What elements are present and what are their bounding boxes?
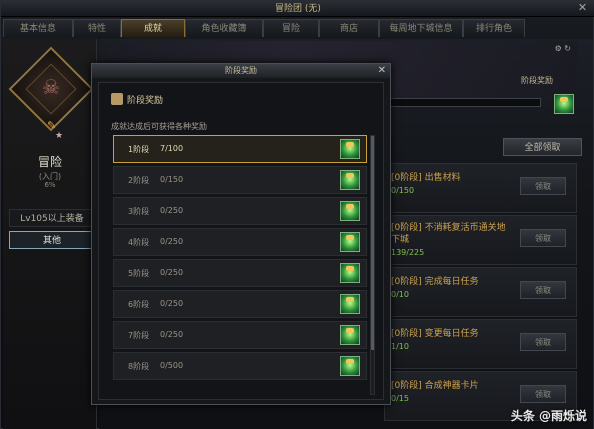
achievement-row: [0阶段] 出售材料 0/150 领取 xyxy=(384,163,577,213)
stage-reward-dialog: 阶段奖励 ✕ 阶段奖励 成就达成后可获得各种奖励 1阶段 7/100 2阶段 0… xyxy=(91,63,391,405)
claim-button[interactable]: 领取 xyxy=(520,177,566,195)
stage-list: 1阶段 7/100 2阶段 0/150 3阶段 0/250 4阶段 0/250 xyxy=(113,135,369,391)
stage-name: 1阶段 xyxy=(128,145,150,154)
achievement-row: [0阶段] 完成每日任务 0/10 领取 xyxy=(384,267,577,317)
stage-row[interactable]: 8阶段 0/500 xyxy=(113,352,367,380)
watermark: 头条 @雨烁说 xyxy=(510,409,587,423)
reward-chest-icon[interactable] xyxy=(340,325,360,345)
rank-panel: ☠ ✎ ★ 冒险 (入门) 6% Lv105以上装备 其他 xyxy=(3,39,97,429)
tab-ranking[interactable]: 排行角色 xyxy=(463,19,525,37)
dialog-titlebar: 阶段奖励 ✕ xyxy=(92,64,390,78)
reward-chest-icon[interactable] xyxy=(340,232,360,252)
stage-name: 7阶段 xyxy=(128,331,150,340)
tab-character-collection[interactable]: 角色收藏簿 xyxy=(185,19,263,37)
sidebar-item-other[interactable]: 其他 xyxy=(9,231,95,249)
stage-progress: 0/150 xyxy=(160,175,184,184)
stage-progress: 0/500 xyxy=(160,361,184,370)
stage-row[interactable]: 4阶段 0/250 xyxy=(113,228,367,256)
achievement-progress: 0/10 xyxy=(391,290,409,299)
stage-name: 3阶段 xyxy=(128,207,150,216)
achievement-progress: 1/10 xyxy=(391,342,409,351)
achievement-row: [0阶段] 变更每日任务 1/10 领取 xyxy=(384,319,577,369)
scroll-icon xyxy=(111,93,123,105)
stage-row[interactable]: 7阶段 0/250 xyxy=(113,321,367,349)
window-titlebar: 冒险团 (无) ✕ xyxy=(1,1,594,17)
stage-name: 4阶段 xyxy=(128,238,150,247)
stage-progress: 0/250 xyxy=(160,237,184,246)
rank-name: 冒险 xyxy=(37,155,62,169)
reward-chest-icon[interactable] xyxy=(340,263,360,283)
tab-bar: 基本信息 特性 成就 角色收藏簿 冒险 商店 每周地下城信息 排行角色 xyxy=(1,19,594,37)
achievement-title: [0阶段] 变更每日任务 xyxy=(391,329,479,339)
stage-name: 2阶段 xyxy=(128,176,150,185)
stage-row[interactable]: 6阶段 0/250 xyxy=(113,290,367,318)
dialog-body: 阶段奖励 成就达成后可获得各种奖励 1阶段 7/100 2阶段 0/150 3阶… xyxy=(98,82,384,400)
dialog-description: 成就达成后可获得各种奖励 xyxy=(111,122,207,131)
claim-button[interactable]: 领取 xyxy=(520,333,566,351)
stage-progress-bar xyxy=(387,98,541,107)
close-icon[interactable]: ✕ xyxy=(576,2,589,15)
achievement-row: [0阶段] 不消耗复活币通关地下城 139/225 领取 xyxy=(384,215,577,265)
stage-list-scrollbar[interactable] xyxy=(370,135,375,395)
tab-adventure[interactable]: 冒险 xyxy=(263,19,319,37)
achievement-title: [0阶段] 合成神器卡片 xyxy=(391,381,479,391)
achievement-title: [0阶段] 出售材料 xyxy=(391,173,461,183)
tab-basic-info[interactable]: 基本信息 xyxy=(3,19,73,37)
tab-weekly-dungeon[interactable]: 每周地下城信息 xyxy=(379,19,463,37)
skull-icon: ☠ xyxy=(42,75,60,99)
dialog-heading: 阶段奖励 xyxy=(111,93,163,106)
stage-row[interactable]: 3阶段 0/250 xyxy=(113,197,367,225)
close-icon[interactable]: ✕ xyxy=(378,64,386,78)
claim-button[interactable]: 领取 xyxy=(520,385,566,403)
reward-chest-icon[interactable] xyxy=(340,139,360,159)
window-title: 冒险团 (无) xyxy=(275,4,321,14)
stage-progress: 0/250 xyxy=(160,268,184,277)
achievement-title: [0阶段] 完成每日任务 xyxy=(391,277,479,287)
stage-row[interactable]: 2阶段 0/150 xyxy=(113,166,367,194)
achievement-title: [0阶段] 不消耗复活币通关地下城 xyxy=(391,223,506,245)
claim-button[interactable]: 领取 xyxy=(520,281,566,299)
gear-icon[interactable]: ⚙ ↻ xyxy=(555,44,571,53)
stage-reward-label: 阶段奖励 xyxy=(521,76,553,85)
tab-shop[interactable]: 商店 xyxy=(319,19,379,37)
stage-progress: 0/250 xyxy=(160,206,184,215)
stage-name: 6阶段 xyxy=(128,300,150,309)
stage-progress: 7/100 xyxy=(160,144,184,153)
claim-all-button[interactable]: 全部领取 xyxy=(503,138,582,156)
adventure-window: 冒险团 (无) ✕ 基本信息 特性 成就 角色收藏簿 冒险 商店 每周地下城信息… xyxy=(0,0,594,429)
tab-achievements[interactable]: 成就 xyxy=(121,19,185,37)
star-icon: ★ xyxy=(55,131,64,141)
achievement-progress: 0/150 xyxy=(391,186,415,195)
stage-row[interactable]: 1阶段 7/100 xyxy=(113,135,367,163)
stage-name: 5阶段 xyxy=(128,269,150,278)
rank-percent: 6% xyxy=(44,181,56,189)
sidebar-item-lv105-equipment[interactable]: Lv105以上装备 xyxy=(9,209,95,227)
dialog-title: 阶段奖励 xyxy=(225,66,257,75)
stage-name: 8阶段 xyxy=(128,362,150,371)
achievement-progress: 0/15 xyxy=(391,394,409,403)
claim-button[interactable]: 领取 xyxy=(520,229,566,247)
reward-chest-icon[interactable] xyxy=(340,201,360,221)
stage-row[interactable]: 5阶段 0/250 xyxy=(113,259,367,287)
achievement-progress: 139/225 xyxy=(391,248,425,257)
reward-chest-icon[interactable] xyxy=(340,170,360,190)
stage-progress: 0/250 xyxy=(160,299,184,308)
reward-chest-icon[interactable] xyxy=(340,356,360,376)
tab-traits[interactable]: 特性 xyxy=(73,19,121,37)
reward-chest-icon[interactable] xyxy=(554,94,574,114)
scrollbar-thumb[interactable] xyxy=(371,136,374,350)
stage-progress: 0/250 xyxy=(160,330,184,339)
reward-chest-icon[interactable] xyxy=(340,294,360,314)
